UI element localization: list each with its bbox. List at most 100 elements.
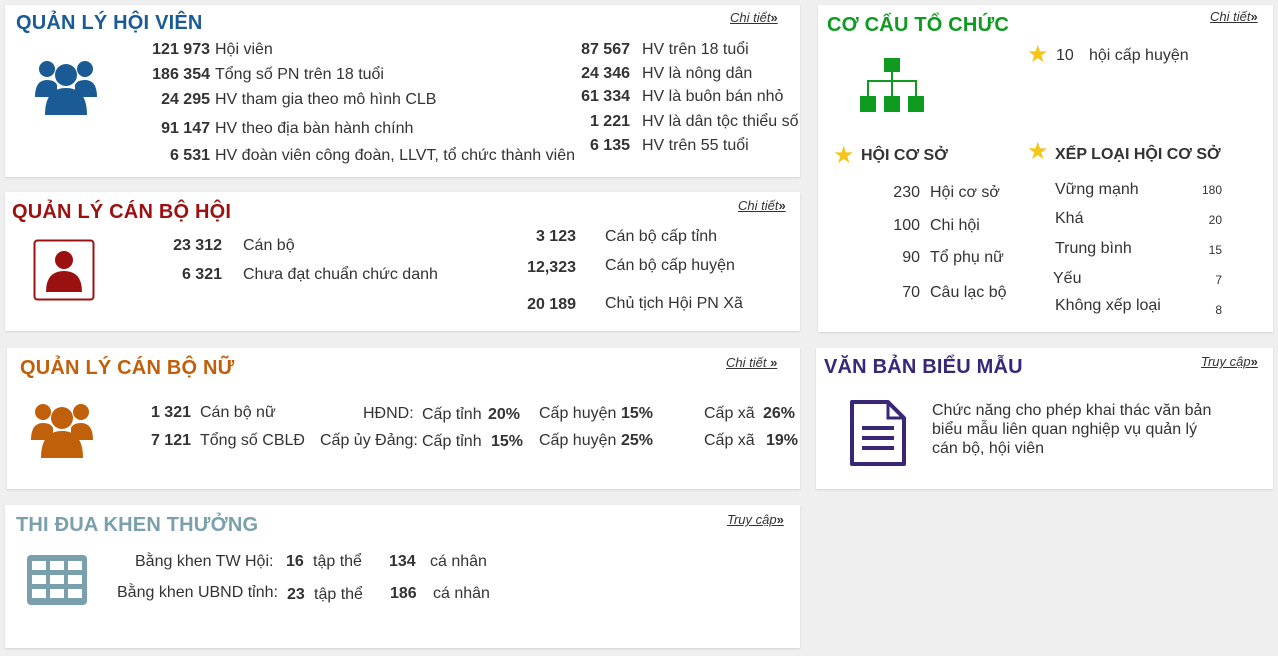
members-stat-label: HV là dân tộc thiểu số — [642, 113, 799, 130]
women-level-label: Cấp huyện — [539, 432, 617, 449]
women-level-value: 15% — [621, 405, 654, 422]
rank-label: Trung bình — [1055, 240, 1132, 257]
base-count: 70 — [902, 284, 920, 301]
members-title: QUẢN LÝ HỘI VIÊN — [16, 12, 203, 34]
award-label: Bằng khen TW Hội: — [135, 553, 274, 570]
award-collective-unit: tập thể — [313, 553, 362, 570]
award-collective-count: 23 — [287, 586, 305, 603]
district-label: hội cấp huyện — [1089, 47, 1189, 64]
table-grid-icon — [27, 555, 87, 605]
staff-stat-label: Cán bộ — [243, 237, 295, 254]
members-stat-value: 121 973 — [152, 41, 210, 58]
award-label: Bằng khen UBND tỉnh: — [117, 584, 278, 601]
org-title: CƠ CẤU TỔ CHỨC — [827, 14, 1009, 36]
award-individual-unit: cá nhân — [430, 553, 487, 570]
women-more-link[interactable]: Chi tiết » — [726, 355, 777, 370]
women-level-value: 25% — [621, 432, 654, 449]
women-group-label: Cấp ủy Đảng: — [320, 432, 418, 449]
base-label: Câu lạc bộ — [930, 284, 1007, 301]
staff-stat-label: Chưa đạt chuẩn chức danh — [243, 266, 438, 283]
women-level-label: Cấp huyện — [539, 405, 617, 422]
members-stat-value: 1 221 — [589, 113, 630, 130]
award-individual-count: 186 — [390, 585, 417, 602]
staff-stat-label: Chủ tịch Hội PN Xã — [605, 295, 743, 312]
staff-avatar-icon — [33, 239, 95, 301]
award-individual-unit: cá nhân — [433, 585, 490, 602]
rank-count: 180 — [1201, 183, 1222, 197]
women-level-value: 26% — [763, 405, 796, 422]
document-icon — [850, 400, 906, 466]
members-stat-label: HV là buôn bán nhỏ — [642, 88, 784, 105]
docs-description-line: cán bộ, hội viên — [932, 440, 1045, 457]
staff-stat-value: 12,323 — [527, 259, 576, 276]
rank-count: 8 — [1215, 303, 1222, 317]
members-stat-label: Hội viên — [215, 41, 273, 58]
docs-more-link[interactable]: Truy cập» — [1201, 354, 1258, 369]
women-level-label: Cấp tỉnh — [422, 433, 482, 450]
docs-title: VĂN BẢN BIỂU MẪU — [824, 356, 1023, 378]
members-stat-value: 91 147 — [161, 120, 210, 137]
rank-title: XẾP LOẠI HỘI CƠ SỞ — [1055, 146, 1221, 163]
members-stat-value: 24 295 — [161, 91, 210, 108]
women-title: QUẢN LÝ CÁN BỘ NỮ — [20, 357, 235, 379]
base-count: 90 — [902, 249, 920, 266]
members-stat-label: HV trên 55 tuổi — [642, 137, 749, 154]
rank-count: 20 — [1208, 213, 1222, 227]
members-stat-value: 186 354 — [152, 66, 210, 83]
star-icon: ★ — [1027, 138, 1049, 165]
members-card: QUẢN LÝ HỘI VIÊN Chi tiết» 121 973 Hội v… — [5, 5, 800, 177]
women-stat-label: Tổng số CBLĐ — [200, 432, 305, 449]
members-stat-value: 61 334 — [581, 88, 630, 105]
members-stat-label: HV theo địa bàn hành chính — [215, 120, 414, 137]
award-individual-count: 134 — [389, 553, 416, 570]
staff-card: QUẢN LÝ CÁN BỘ HỘI Chi tiết» 23 312 Cán … — [5, 192, 800, 331]
members-stat-label: HV đoàn viên công đoàn, LLVT, tổ chức th… — [215, 147, 575, 164]
women-level-value: 19% — [766, 432, 799, 449]
staff-stat-value: 23 312 — [173, 237, 222, 254]
members-stat-label: HV trên 18 tuổi — [642, 41, 749, 58]
base-count: 230 — [893, 184, 920, 201]
rank-count: 15 — [1208, 243, 1222, 257]
staff-stat-label: Cán bộ cấp huyện — [605, 257, 735, 274]
women-stat-value: 1 321 — [150, 404, 191, 421]
staff-stat-value: 3 123 — [535, 228, 576, 245]
staff-stat-label: Cán bộ cấp tỉnh — [605, 228, 718, 245]
users-group-icon — [35, 61, 97, 115]
awards-more-link[interactable]: Truy cập» — [727, 512, 784, 527]
members-stat-label: HV tham gia theo mô hình CLB — [215, 91, 437, 108]
rank-label: Không xếp loại — [1055, 297, 1161, 314]
staff-more-link[interactable]: Chi tiết» — [738, 198, 786, 213]
women-level-label: Cấp xã — [704, 432, 755, 449]
women-stat-label: Cán bộ nữ — [200, 404, 276, 421]
women-group-icon — [31, 404, 93, 458]
women-level-value: 15% — [491, 433, 524, 450]
women-stat-value: 7 121 — [150, 432, 191, 449]
women-level-value: 20% — [488, 406, 521, 423]
base-count: 100 — [893, 217, 920, 234]
org-card: CƠ CẤU TỔ CHỨC Chi tiết» ★ 10 hội cấp hu… — [818, 5, 1273, 332]
awards-card: THI ĐUA KHEN THƯỞNG Truy cập» Bằng khen … — [5, 505, 800, 648]
docs-description-line: Chức năng cho phép khai thác văn bản — [932, 402, 1212, 419]
award-collective-count: 16 — [286, 553, 304, 570]
members-stat-value: 24 346 — [581, 65, 630, 82]
base-label: Hội cơ sở — [930, 184, 1000, 201]
staff-title: QUẢN LÝ CÁN BỘ HỘI — [12, 201, 232, 223]
star-icon: ★ — [833, 142, 855, 169]
members-stat-label: HV là nông dân — [642, 65, 753, 82]
staff-stat-value: 6 321 — [181, 266, 222, 283]
staff-stat-value: 20 189 — [527, 296, 576, 313]
members-more-link[interactable]: Chi tiết» — [730, 10, 778, 25]
org-chart-icon — [860, 58, 924, 112]
women-level-label: Cấp tỉnh — [422, 406, 482, 423]
rank-label: Vững mạnh — [1055, 181, 1139, 198]
rank-count: 7 — [1215, 273, 1222, 287]
women-level-label: Cấp xã — [704, 405, 755, 422]
members-stat-label: Tổng số PN trên 18 tuổi — [215, 66, 384, 83]
docs-card: VĂN BẢN BIỂU MẪU Truy cập» Chức năng cho… — [816, 348, 1273, 489]
star-icon: ★ — [1027, 41, 1049, 68]
base-label: Tổ phụ nữ — [930, 249, 1004, 266]
rank-label: Yếu — [1053, 270, 1082, 287]
org-more-link[interactable]: Chi tiết» — [1210, 9, 1258, 24]
district-count: 10 — [1056, 47, 1074, 64]
base-label: Chi hội — [930, 217, 980, 234]
